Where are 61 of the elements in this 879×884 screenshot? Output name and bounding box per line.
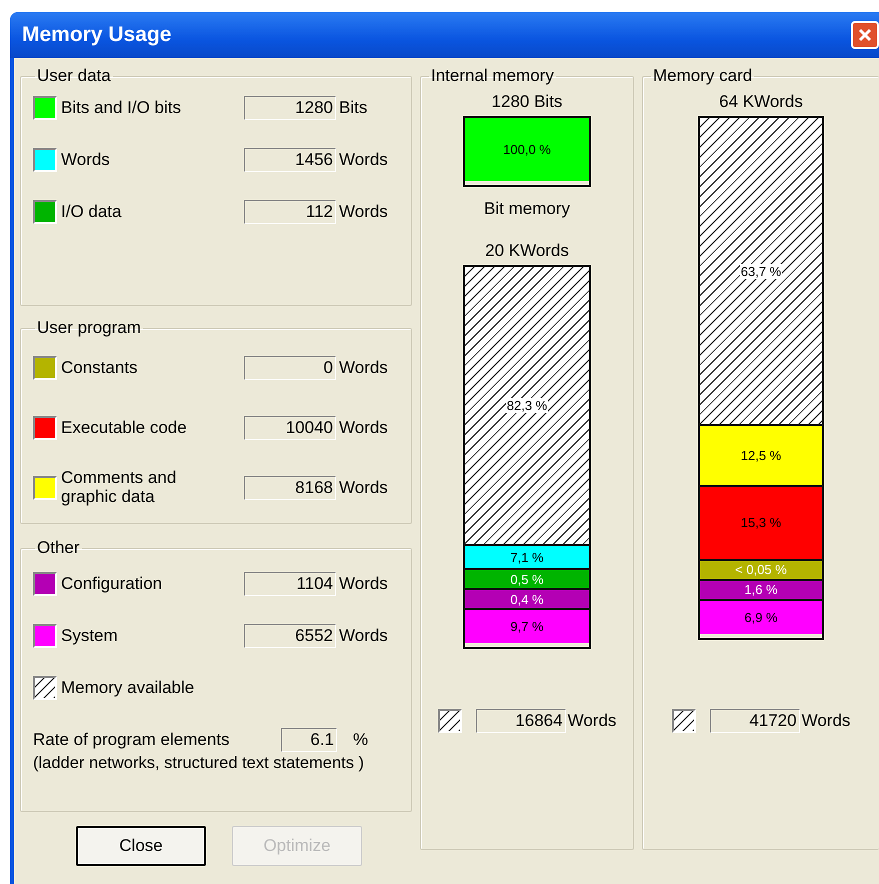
group-title: Memory card bbox=[652, 66, 754, 86]
capacity-label: 1280 Bits bbox=[492, 92, 562, 112]
item-label: Constants bbox=[61, 358, 139, 378]
item-label: System bbox=[61, 626, 119, 646]
value-field: 0 bbox=[244, 356, 336, 380]
unit-label: Words bbox=[339, 418, 388, 438]
item-label: Configuration bbox=[61, 574, 164, 594]
hatch-swatch bbox=[438, 709, 462, 733]
unit-label: Words bbox=[339, 626, 388, 646]
capacity-label: 20 KWords bbox=[485, 241, 569, 261]
unit-label: Words bbox=[568, 711, 616, 731]
value-field: 1456 bbox=[244, 148, 336, 172]
unit-label: Words bbox=[339, 358, 388, 378]
item-label: I/O data bbox=[61, 202, 122, 222]
value-field: 6552 bbox=[244, 624, 336, 648]
hatch-swatch bbox=[33, 676, 57, 700]
value-field: 112 bbox=[244, 200, 336, 224]
close-icon bbox=[857, 27, 873, 43]
group-title: Internal memory bbox=[430, 66, 555, 86]
bar-segment: < 0,05 % bbox=[700, 560, 822, 581]
capacity-label: 64 KWords bbox=[719, 92, 803, 112]
value-field: 10040 bbox=[244, 416, 336, 440]
unit-label: Words bbox=[339, 150, 388, 170]
group-title: User data bbox=[36, 66, 112, 86]
rate-note: (ladder networks, structured text statements ) bbox=[33, 754, 366, 773]
group-title: User program bbox=[36, 318, 142, 338]
bar-segment: 9,7 % bbox=[465, 610, 589, 643]
unit-label: Words bbox=[339, 478, 388, 498]
bar-segment: 1,6 % bbox=[700, 580, 822, 601]
value-field: 41720 bbox=[710, 709, 800, 733]
bar-segment: 82,3 % bbox=[465, 267, 589, 546]
item-label: Words bbox=[61, 150, 111, 170]
bar-segment: 12,5 % bbox=[700, 426, 822, 487]
bar-segment: 6,9 % bbox=[700, 600, 822, 634]
dialog-button[interactable]: Close bbox=[76, 826, 206, 866]
bar-segment: 63,7 % bbox=[700, 118, 822, 426]
unit-label: Words bbox=[339, 202, 388, 222]
item-label: Executable code bbox=[61, 418, 188, 438]
bar-segment: 7,1 % bbox=[465, 546, 589, 570]
value-field: 8168 bbox=[244, 476, 336, 500]
value-field: 1104 bbox=[244, 572, 336, 596]
bar-segment: 15,3 % bbox=[700, 486, 822, 561]
item-label: Comments and graphic data bbox=[61, 469, 178, 507]
unit-label: Words bbox=[339, 574, 388, 594]
close-button[interactable] bbox=[851, 21, 879, 49]
value-field: 1280 bbox=[244, 96, 336, 120]
item-label: Bits and I/O bits bbox=[61, 98, 182, 118]
bar-segment: 0,4 % bbox=[465, 590, 589, 610]
item-label: Memory available bbox=[61, 678, 196, 698]
group-title: Other bbox=[36, 538, 81, 558]
rate-field: 6.1 bbox=[281, 728, 337, 752]
rate-label: Rate of program elements bbox=[33, 730, 231, 750]
bar-segment: 0,5 % bbox=[465, 570, 589, 590]
bar-caption: Bit memory bbox=[484, 199, 570, 219]
hatch-swatch bbox=[672, 709, 696, 733]
unit-label: % bbox=[353, 730, 368, 750]
bar-segment: 100,0 % bbox=[465, 118, 589, 181]
unit-label: Words bbox=[802, 711, 850, 731]
unit-label: Bits bbox=[339, 98, 368, 118]
window-title: Memory Usage bbox=[22, 23, 172, 47]
value-field: 16864 bbox=[476, 709, 566, 733]
